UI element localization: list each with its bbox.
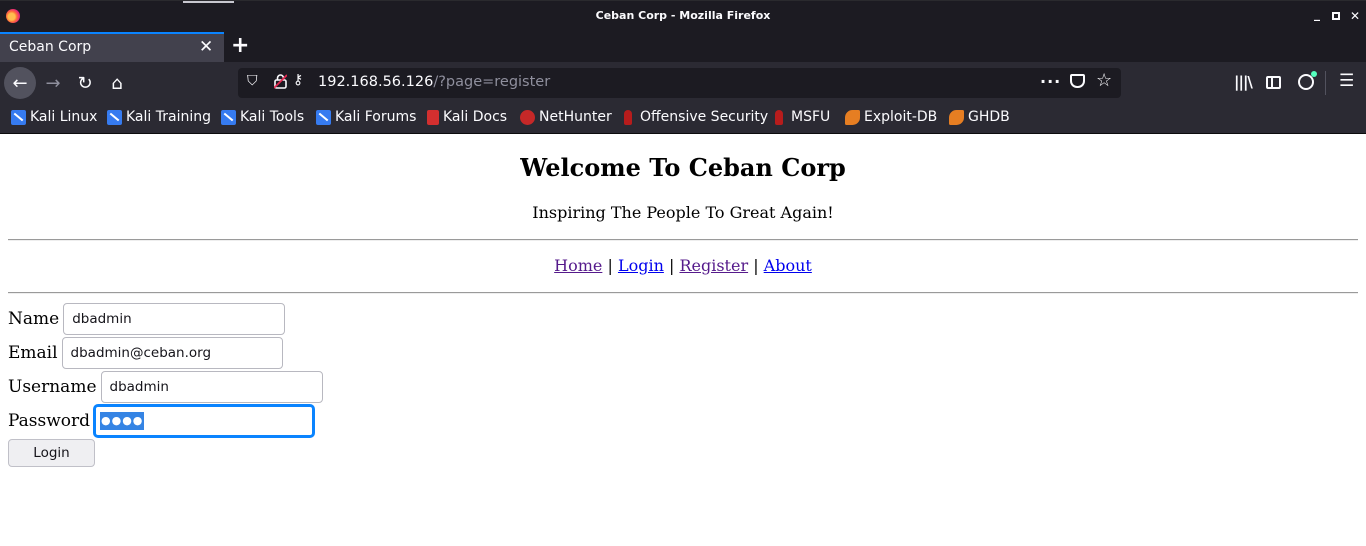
bookmark-label: Kali Tools (240, 109, 305, 125)
pocket-icon[interactable] (1070, 74, 1085, 88)
bookmark-kali-forums[interactable]: Kali Forums (316, 109, 416, 125)
site-nav: Home | Login | Register | About (0, 256, 1366, 275)
divider-top (8, 239, 1358, 241)
exploitdb-icon (845, 109, 860, 125)
kali-icon (107, 109, 122, 125)
tab-strip: Ceban Corp ✕ + (0, 32, 1366, 62)
account-badge-icon (1311, 71, 1317, 77)
key-icon[interactable]: ⚷ (293, 72, 303, 88)
window-title: Ceban Corp - Mozilla Firefox (595, 9, 771, 22)
nav-link-register[interactable]: Register (679, 256, 748, 275)
kali-icon (221, 109, 236, 125)
email-label: Email (8, 343, 58, 363)
login-button[interactable]: Login (8, 439, 95, 467)
navigation-toolbar: ← → ↻ ⌂ ⛉ ⚷ 192.168.56.126/?page=registe… (0, 62, 1366, 104)
nav-link-login[interactable]: Login (618, 256, 664, 275)
bookmark-msfu[interactable]: MSFU (772, 109, 830, 125)
bookmark-star-icon[interactable]: ☆ (1096, 70, 1112, 91)
nav-separator: | (753, 256, 759, 275)
bookmark-kali-training[interactable]: Kali Training (107, 109, 211, 125)
reload-icon[interactable]: ↻ (69, 67, 101, 99)
username-label: Username (8, 377, 97, 397)
new-tab-icon[interactable]: + (231, 33, 249, 59)
nav-link-home[interactable]: Home (554, 256, 602, 275)
titlebar-accent (183, 1, 234, 3)
exploitdb-icon (949, 109, 964, 125)
bookmark-kali-tools[interactable]: Kali Tools (221, 109, 304, 125)
page-tagline: Inspiring The People To Great Again! (532, 203, 834, 222)
password-label: Password (8, 411, 91, 431)
nav-separator: | (668, 256, 675, 275)
name-row: Name (8, 303, 286, 335)
toolbar-divider (1325, 71, 1326, 95)
bookmark-kali-docs[interactable]: Kali Docs (427, 109, 507, 125)
bookmark-label: Exploit-DB (864, 109, 938, 125)
forward-arrow-icon[interactable]: → (37, 67, 69, 99)
nav-link-about[interactable]: About (764, 256, 812, 275)
password-selection: ●●●● (100, 412, 145, 430)
nav-separator: | (607, 256, 613, 275)
hamburger-menu-icon[interactable]: ☰ (1339, 71, 1354, 91)
bookmark-label: MSFU (791, 109, 831, 125)
username-row: Username (8, 371, 323, 403)
url-bar[interactable]: ⛉ ⚷ 192.168.56.126/?page=register ··· ☆ (238, 68, 1121, 98)
email-input[interactable] (61, 337, 283, 369)
url-text[interactable]: 192.168.56.126/?page=register (318, 74, 550, 90)
tab-close-icon[interactable]: ✕ (199, 37, 213, 57)
bookmark-label: Kali Forums (335, 109, 417, 125)
bookmark-exploit-db[interactable]: Exploit-DB (845, 109, 937, 125)
page-actions-icon[interactable]: ··· (1040, 72, 1061, 91)
url-path: /?page=register (433, 74, 551, 90)
username-input[interactable] (100, 371, 323, 403)
name-label: Name (8, 309, 60, 329)
kali-icon (316, 109, 331, 125)
library-icon[interactable]: |||\ (1234, 73, 1253, 91)
bookmark-nethunter[interactable]: NetHunter (520, 109, 612, 125)
insecure-lock-icon[interactable] (274, 74, 287, 89)
sidebar-icon[interactable] (1266, 76, 1281, 89)
window-titlebar: Ceban Corp - Mozilla Firefox _ ✕ (0, 0, 1366, 32)
maximize-icon[interactable] (1329, 9, 1343, 23)
bookmark-label: Kali Docs (443, 109, 508, 125)
page-heading: Welcome To Ceban Corp (520, 153, 846, 182)
email-row: Email (8, 337, 283, 369)
bookmark-offensive-security[interactable]: Offensive Security (621, 109, 768, 125)
docs-icon (427, 109, 439, 125)
back-arrow-icon[interactable]: ← (4, 67, 36, 99)
bookmark-label: Kali Linux (30, 109, 98, 125)
bookmark-label: Kali Training (126, 109, 211, 125)
bookmark-label: GHDB (968, 109, 1010, 125)
tab-ceban-corp[interactable]: Ceban Corp ✕ (0, 32, 224, 62)
minimize-icon[interactable]: _ (1310, 7, 1324, 21)
close-window-icon[interactable]: ✕ (1348, 9, 1362, 23)
kali-icon (11, 109, 26, 125)
tracking-shield-icon[interactable]: ⛉ (247, 73, 258, 89)
url-host: 192.168.56.126 (318, 74, 434, 90)
bookmarks-toolbar: Kali Linux Kali Training Kali Tools Kali… (0, 104, 1366, 134)
divider-bottom (8, 292, 1358, 294)
name-input[interactable] (63, 303, 286, 335)
password-row: Password ●●●● (8, 405, 315, 437)
bookmark-ghdb[interactable]: GHDB (949, 109, 1010, 125)
tab-label: Ceban Corp (9, 39, 92, 55)
offsec-icon (624, 109, 632, 125)
nethunter-icon (520, 109, 535, 125)
page-content: Welcome To Ceban Corp Inspiring The Peop… (0, 135, 1366, 546)
bookmark-label: NetHunter (539, 109, 612, 125)
home-icon[interactable]: ⌂ (101, 67, 133, 99)
bookmark-kali-linux[interactable]: Kali Linux (11, 109, 97, 125)
offsec-icon (775, 109, 783, 125)
bookmark-label: Offensive Security (640, 109, 769, 125)
